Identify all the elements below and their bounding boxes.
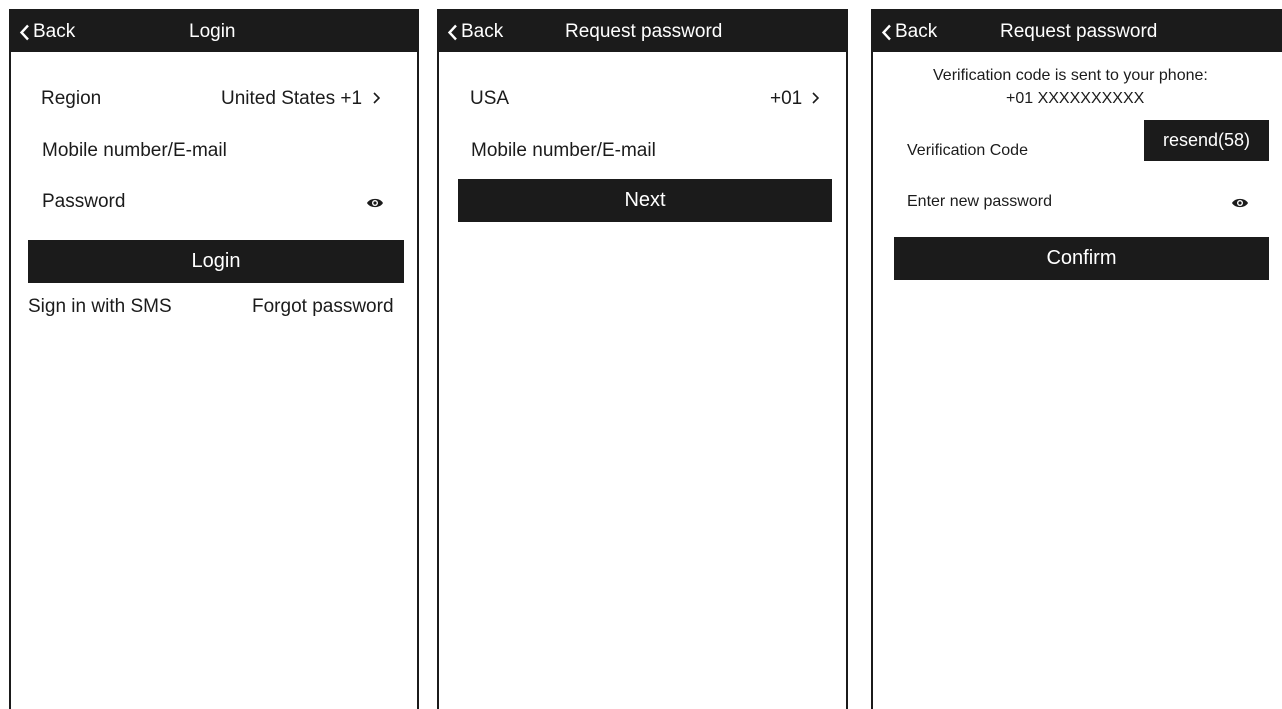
sign-in-sms-link[interactable]: Sign in with SMS [28,296,172,318]
navbar: Back Request password [873,11,1282,52]
back-label: Back [895,21,938,42]
eye-icon[interactable] [1231,197,1249,209]
chevron-right-icon [811,92,819,104]
navbar: Back Request password [439,11,846,52]
country-code-value: +01 [770,88,803,109]
chevron-left-icon [19,24,29,40]
back-button[interactable]: Back [881,20,937,44]
page-title: Login [189,21,236,42]
back-label: Back [33,21,76,42]
login-screen: Back Login Region United States +1 Mobil… [9,9,419,709]
login-button[interactable]: Login [28,240,404,283]
region-selector[interactable]: United States +1 [221,88,381,110]
mobile-email-field[interactable]: Mobile number/E-mail [471,140,656,162]
back-button[interactable]: Back [19,20,75,44]
chevron-left-icon [447,24,457,40]
next-button[interactable]: Next [458,179,832,222]
region-value: United States +1 [221,88,363,109]
phone-number: +01 XXXXXXXXXX [1006,90,1145,107]
back-button[interactable]: Back [447,20,503,44]
page-title: Request password [565,21,723,42]
request-password-screen: Back Request password USA +01 Mobile num… [437,9,848,709]
chevron-right-icon [373,92,381,104]
confirm-button[interactable]: Confirm [894,237,1269,280]
forgot-password-link[interactable]: Forgot password [252,296,394,318]
back-label: Back [461,21,504,42]
country-label[interactable]: USA [470,88,509,110]
eye-icon[interactable] [366,197,384,209]
resend-button[interactable]: resend(58) [1144,120,1269,161]
new-password-field[interactable]: Enter new password [907,193,1052,211]
chevron-left-icon [881,24,891,40]
code-sent-message: Verification code is sent to your phone: [933,67,1208,84]
verification-screen: Back Request password Verification code … [871,9,1282,709]
password-field[interactable]: Password [42,191,125,213]
country-code-selector[interactable]: +01 [770,88,819,110]
region-label: Region [41,88,102,109]
page-title: Request password [1000,21,1158,42]
navbar: Back Login [11,11,417,52]
verification-code-field[interactable]: Verification Code [907,142,1028,160]
mobile-email-field[interactable]: Mobile number/E-mail [42,140,227,162]
